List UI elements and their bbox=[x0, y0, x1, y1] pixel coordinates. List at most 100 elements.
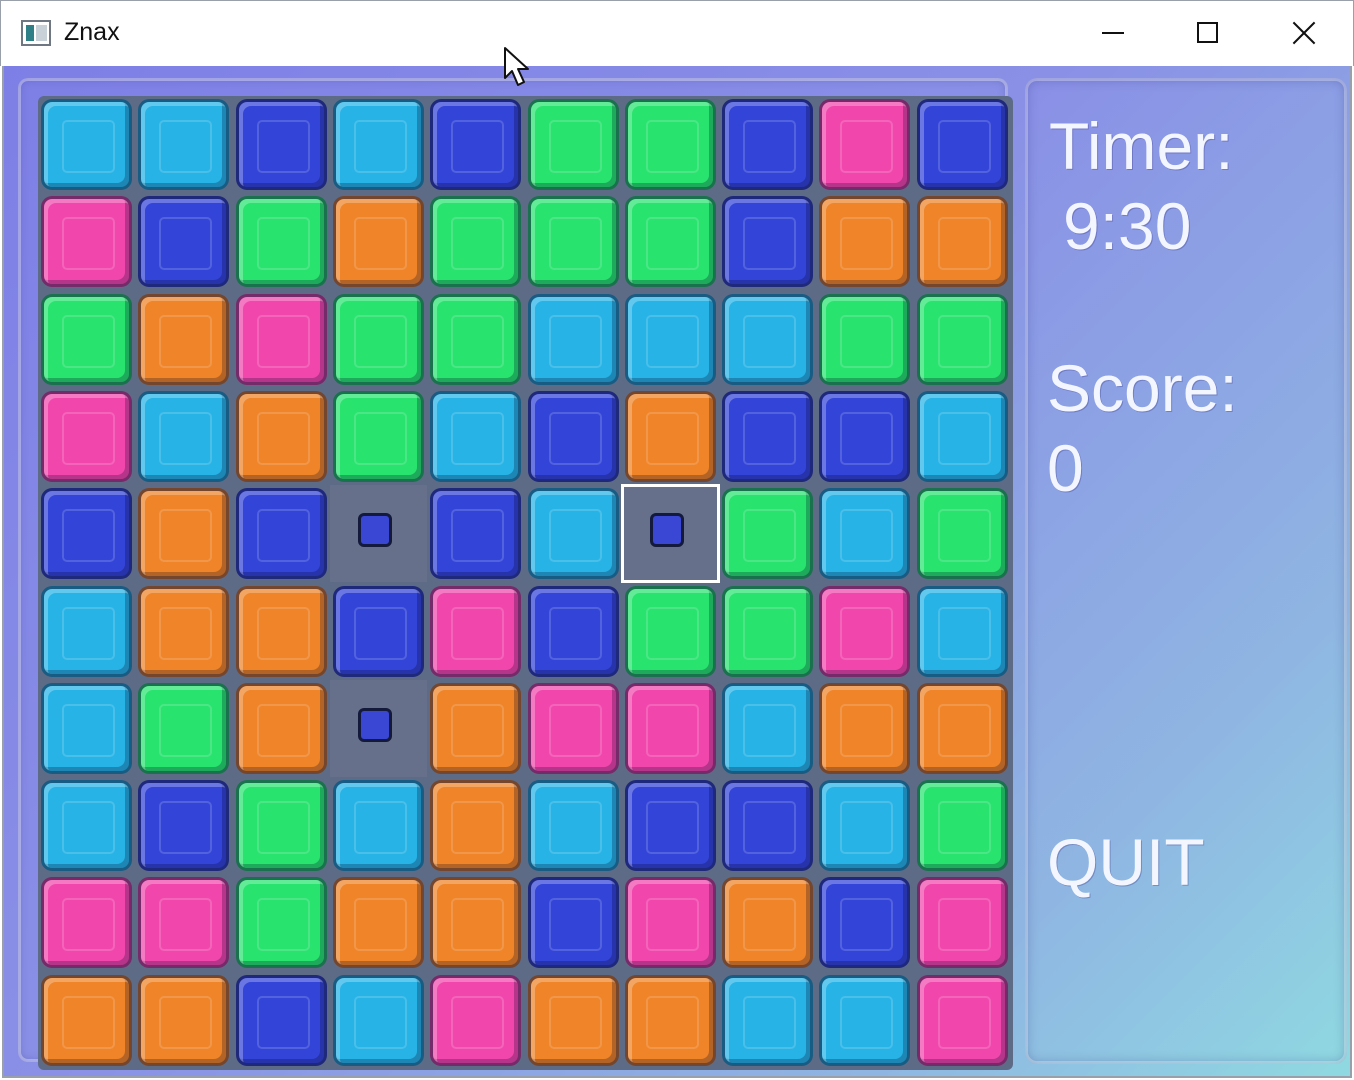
tile-green[interactable] bbox=[235, 780, 327, 872]
tile-cyan[interactable] bbox=[332, 974, 424, 1066]
tile-cyan[interactable] bbox=[332, 780, 424, 872]
tile-blue[interactable] bbox=[722, 196, 814, 288]
tile-blue[interactable] bbox=[332, 585, 424, 677]
tile-green[interactable] bbox=[332, 390, 424, 482]
tile-green[interactable] bbox=[527, 99, 619, 190]
tile-orange[interactable] bbox=[332, 196, 424, 288]
tile-green[interactable] bbox=[430, 196, 522, 288]
tile-green[interactable] bbox=[624, 585, 716, 677]
tile-pink[interactable] bbox=[527, 682, 619, 774]
tile-cyan[interactable] bbox=[722, 293, 814, 385]
tile-orange[interactable] bbox=[235, 682, 327, 774]
tile-orange[interactable] bbox=[527, 974, 619, 1066]
tile-cyan[interactable] bbox=[624, 293, 716, 385]
tile-blue[interactable] bbox=[722, 99, 814, 190]
tile-pink[interactable] bbox=[624, 682, 716, 774]
tile-orange[interactable] bbox=[235, 390, 327, 482]
tile-orange[interactable] bbox=[332, 877, 424, 969]
tile-cyan[interactable] bbox=[138, 99, 230, 190]
tile-orange[interactable] bbox=[624, 390, 716, 482]
tile-orange[interactable] bbox=[430, 682, 522, 774]
tile-cyan[interactable] bbox=[430, 390, 522, 482]
tile-blue[interactable] bbox=[138, 780, 230, 872]
tile-blue[interactable] bbox=[722, 390, 814, 482]
tile-orange[interactable] bbox=[235, 585, 327, 677]
quit-button[interactable]: QUIT bbox=[1047, 824, 1205, 900]
tile-pink[interactable] bbox=[819, 585, 911, 677]
tile-cyan[interactable] bbox=[332, 99, 424, 190]
tile-blue[interactable] bbox=[819, 877, 911, 969]
tile-orange[interactable] bbox=[819, 682, 911, 774]
tile-blue[interactable] bbox=[235, 99, 327, 190]
maximize-button[interactable] bbox=[1160, 1, 1256, 65]
tile-pink[interactable] bbox=[138, 877, 230, 969]
tile-green[interactable] bbox=[624, 196, 716, 288]
tile-empty[interactable] bbox=[620, 484, 720, 584]
tile-blue[interactable] bbox=[527, 877, 619, 969]
tile-orange[interactable] bbox=[41, 974, 132, 1066]
tile-blue[interactable] bbox=[527, 390, 619, 482]
tile-cyan[interactable] bbox=[819, 488, 911, 580]
tile-green[interactable] bbox=[916, 293, 1008, 385]
minimize-button[interactable] bbox=[1064, 1, 1160, 65]
tile-green[interactable] bbox=[41, 293, 132, 385]
tile-green[interactable] bbox=[722, 488, 814, 580]
tile-pink[interactable] bbox=[916, 877, 1008, 969]
tile-cyan[interactable] bbox=[722, 974, 814, 1066]
tile-green[interactable] bbox=[235, 196, 327, 288]
tile-orange[interactable] bbox=[819, 196, 911, 288]
tile-blue[interactable] bbox=[624, 780, 716, 872]
tile-blue[interactable] bbox=[430, 488, 522, 580]
tile-pink[interactable] bbox=[430, 585, 522, 677]
tile-cyan[interactable] bbox=[41, 585, 132, 677]
tile-orange[interactable] bbox=[138, 293, 230, 385]
tile-pink[interactable] bbox=[624, 877, 716, 969]
tile-blue[interactable] bbox=[235, 974, 327, 1066]
tile-green[interactable] bbox=[819, 293, 911, 385]
tile-cyan[interactable] bbox=[916, 585, 1008, 677]
tile-cyan[interactable] bbox=[819, 974, 911, 1066]
tile-cyan[interactable] bbox=[527, 780, 619, 872]
game-board[interactable] bbox=[38, 96, 1013, 1070]
tile-blue[interactable] bbox=[722, 780, 814, 872]
tile-green[interactable] bbox=[332, 293, 424, 385]
tile-cyan[interactable] bbox=[527, 293, 619, 385]
tile-blue[interactable] bbox=[138, 196, 230, 288]
tile-cyan[interactable] bbox=[41, 780, 132, 872]
tile-empty[interactable] bbox=[329, 679, 427, 777]
tile-green[interactable] bbox=[916, 780, 1008, 872]
tile-empty[interactable] bbox=[329, 485, 427, 583]
tile-cyan[interactable] bbox=[819, 780, 911, 872]
tile-orange[interactable] bbox=[916, 196, 1008, 288]
tile-blue[interactable] bbox=[819, 390, 911, 482]
tile-cyan[interactable] bbox=[41, 682, 132, 774]
tile-orange[interactable] bbox=[138, 488, 230, 580]
close-button[interactable] bbox=[1256, 1, 1352, 65]
tile-blue[interactable] bbox=[41, 488, 132, 580]
tile-orange[interactable] bbox=[722, 877, 814, 969]
tile-pink[interactable] bbox=[41, 196, 132, 288]
tile-green[interactable] bbox=[722, 585, 814, 677]
tile-blue[interactable] bbox=[916, 99, 1008, 190]
tile-pink[interactable] bbox=[819, 99, 911, 190]
tile-cyan[interactable] bbox=[138, 390, 230, 482]
tile-orange[interactable] bbox=[624, 974, 716, 1066]
tile-pink[interactable] bbox=[235, 293, 327, 385]
tile-cyan[interactable] bbox=[722, 682, 814, 774]
tile-pink[interactable] bbox=[916, 974, 1008, 1066]
tile-blue[interactable] bbox=[430, 99, 522, 190]
tile-orange[interactable] bbox=[138, 585, 230, 677]
tile-green[interactable] bbox=[527, 196, 619, 288]
tile-green[interactable] bbox=[235, 877, 327, 969]
tile-pink[interactable] bbox=[41, 390, 132, 482]
tile-green[interactable] bbox=[430, 293, 522, 385]
tile-green[interactable] bbox=[916, 488, 1008, 580]
tile-cyan[interactable] bbox=[41, 99, 132, 190]
tile-cyan[interactable] bbox=[527, 488, 619, 580]
tile-orange[interactable] bbox=[430, 877, 522, 969]
tile-green[interactable] bbox=[624, 99, 716, 190]
tile-orange[interactable] bbox=[916, 682, 1008, 774]
tile-green[interactable] bbox=[138, 682, 230, 774]
tile-cyan[interactable] bbox=[916, 390, 1008, 482]
tile-pink[interactable] bbox=[41, 877, 132, 969]
